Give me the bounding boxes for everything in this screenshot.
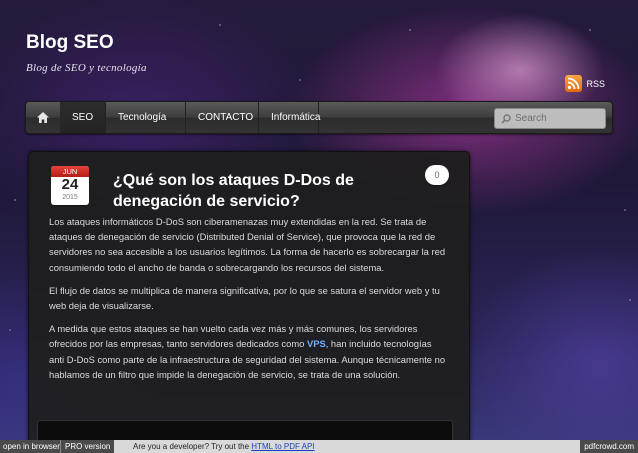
site-title[interactable]: Blog SEO bbox=[26, 32, 114, 54]
search-input[interactable] bbox=[515, 113, 601, 124]
html-to-pdf-api-link[interactable]: HTML to PDF API bbox=[251, 442, 314, 451]
blog-post: JUN 24 2015 ¿Qué son los ataques D-Dos d… bbox=[28, 151, 470, 453]
pdfcrowd-brand[interactable]: pdfcrowd.com bbox=[580, 440, 638, 453]
home-button[interactable] bbox=[26, 102, 61, 133]
vps-link[interactable]: VPS bbox=[307, 338, 326, 349]
pro-version-link[interactable]: PRO version bbox=[60, 440, 115, 453]
open-in-browser-link[interactable]: open in browser bbox=[0, 440, 63, 453]
nav-item-seo[interactable]: SEO bbox=[60, 102, 106, 133]
rss-label: RSS bbox=[586, 78, 605, 89]
search-icon bbox=[501, 113, 511, 124]
nav-item-tecnologia[interactable]: Tecnología bbox=[106, 102, 186, 133]
post-paragraph: A medida que estos ataques se han vuelto… bbox=[49, 321, 449, 382]
site-description: Blog de SEO y tecnología bbox=[26, 62, 147, 74]
post-date-day: 24 bbox=[61, 176, 79, 193]
promo-text: Are you a developer? Try out the bbox=[133, 442, 252, 451]
post-date-badge: JUN 24 2015 bbox=[51, 166, 89, 205]
nav-item-informatica[interactable]: Informática bbox=[259, 102, 320, 133]
pdf-promo: Are you a developer? Try out the HTML to… bbox=[133, 440, 315, 453]
post-title[interactable]: ¿Qué son los ataques D-Dos de denegación… bbox=[113, 170, 413, 212]
comment-count-bubble[interactable]: 0 bbox=[425, 165, 449, 185]
post-content: Los ataques informáticos D-DoS son ciber… bbox=[49, 214, 449, 390]
post-paragraph: El flujo de datos se multiplica de maner… bbox=[49, 284, 440, 312]
rss-icon bbox=[565, 75, 583, 92]
pdf-footer-bar: open in browser PRO version Are you a de… bbox=[0, 440, 638, 453]
post-date-year: 2015 bbox=[62, 194, 78, 201]
post-paragraph: Los ataques informáticos D-DoS son ciber… bbox=[49, 216, 446, 273]
nav-item-contacto[interactable]: CONTACTO bbox=[186, 102, 259, 133]
main-navigation: SEO Tecnología CONTACTO Informática bbox=[25, 101, 613, 134]
search-box bbox=[494, 108, 606, 129]
rss-link[interactable]: RSS bbox=[565, 75, 605, 92]
home-icon bbox=[37, 112, 49, 123]
